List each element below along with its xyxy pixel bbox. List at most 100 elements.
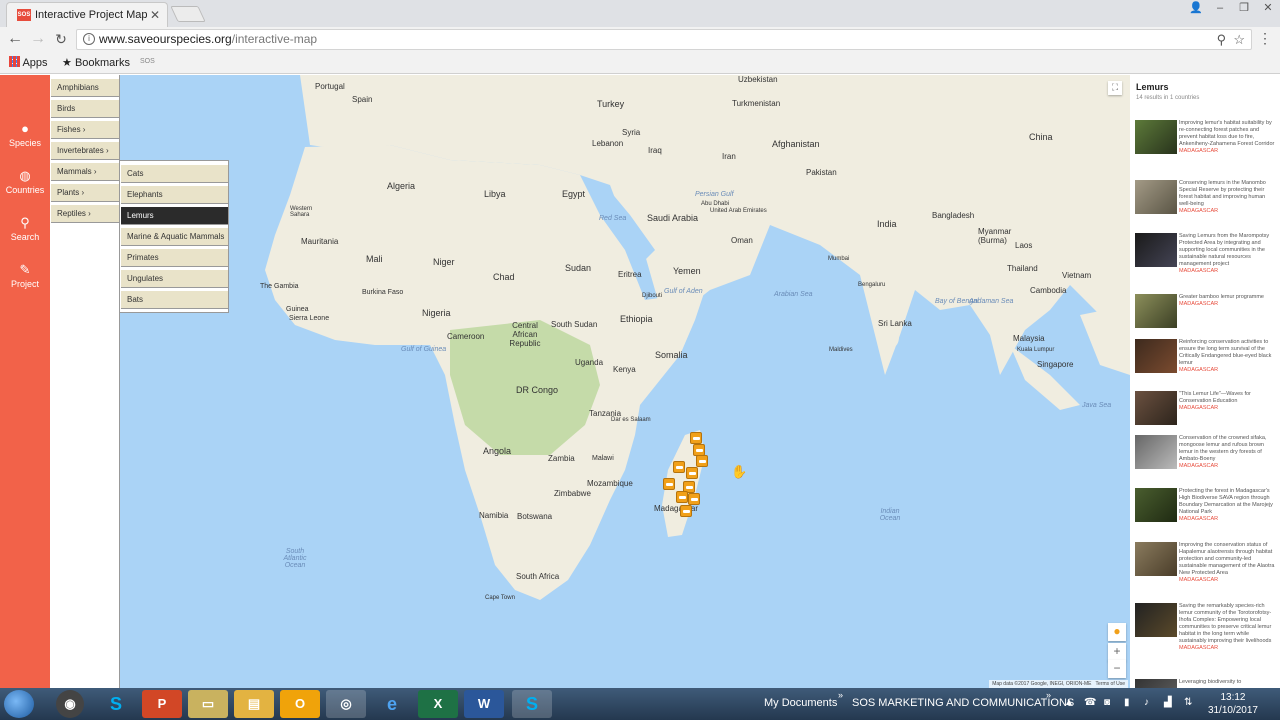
zoom-out-button[interactable]: −	[1108, 660, 1126, 678]
skype-business-icon[interactable]: S	[512, 690, 552, 718]
sea-label: Arabian Sea	[774, 291, 813, 298]
terms-link[interactable]: Terms of Use	[1096, 681, 1125, 687]
country-label: Lebanon	[592, 139, 624, 148]
close-window-button[interactable]: ✕	[1256, 0, 1280, 18]
url-field[interactable]: i www.saveourspecies.org/interactive-map…	[76, 29, 1252, 50]
city-label: Dar es Salaam	[611, 417, 651, 423]
sidebar-project[interactable]: ✎ Project	[0, 263, 50, 290]
subcategory-marine-mammals[interactable]: Marine & Aquatic Mammals	[121, 228, 228, 246]
close-tab-icon[interactable]: ✕	[150, 3, 160, 28]
sticky-notes-icon[interactable]: ▭	[188, 690, 228, 718]
country-label: Nigeria	[422, 308, 451, 318]
subcategory-ungulates[interactable]: Ungulates	[121, 270, 228, 288]
interactive-map[interactable]: Portugal Spain Turkey Turkmenistan Uzbek…	[120, 75, 1130, 688]
tray-volume-icon[interactable]: ♪	[1144, 697, 1149, 708]
city-label: Abu Dhabi	[701, 201, 730, 207]
country-label: Sri Lanka	[878, 319, 912, 328]
toolbar-sos-marketing[interactable]: SOS MARKETING AND COMMUNICATIONS	[852, 697, 1074, 709]
new-tab-button[interactable]	[170, 6, 206, 22]
project-marker[interactable]	[663, 478, 675, 490]
project-marker[interactable]	[680, 505, 692, 517]
tray-skype-icon[interactable]: ☎	[1084, 697, 1096, 708]
back-icon[interactable]: ←	[5, 30, 25, 48]
project-marker[interactable]	[686, 467, 698, 479]
internet-explorer-icon[interactable]: e	[372, 690, 412, 718]
apps-bookmark[interactable]: Apps	[9, 56, 48, 69]
forward-icon[interactable]: →	[28, 30, 48, 48]
country-label: Burkina Faso	[362, 289, 404, 296]
country-label: Eritrea	[618, 270, 642, 279]
street-view-icon[interactable]: ●	[1108, 623, 1126, 641]
word-icon[interactable]: W	[464, 690, 504, 718]
browser-tab[interactable]: SOS Interactive Project Map ✕	[6, 2, 168, 27]
file-explorer-icon[interactable]: ▤	[234, 690, 274, 718]
subcategory-cats[interactable]: Cats	[121, 165, 228, 183]
result-thumbnail	[1135, 294, 1177, 328]
info-icon[interactable]: i	[83, 33, 95, 45]
project-marker[interactable]	[673, 461, 685, 473]
country-label: Zimbabwe	[554, 489, 591, 498]
city-label: Bengaluru	[858, 282, 886, 288]
country-label: Mozambique	[587, 479, 633, 488]
category-invertebrates[interactable]: Invertebrates ›	[51, 142, 119, 160]
toolbar-expand-icon[interactable]: »	[1046, 690, 1051, 700]
subcategory-primates[interactable]: Primates	[121, 249, 228, 267]
tray-battery-icon[interactable]: ▮	[1124, 697, 1130, 708]
tray-sync-icon[interactable]: ⇅	[1184, 697, 1192, 708]
fullscreen-icon[interactable]: ⛶	[1108, 81, 1122, 95]
category-mammals[interactable]: Mammals ›	[51, 163, 119, 181]
toolbar-my-documents[interactable]: My Documents	[764, 697, 837, 709]
project-marker[interactable]	[690, 432, 702, 444]
profile-icon[interactable]: 👤	[1184, 0, 1208, 18]
obs-icon[interactable]: ◉	[56, 690, 84, 718]
category-amphibians[interactable]: Amphibians	[51, 79, 119, 97]
windows-start-button[interactable]	[4, 690, 34, 718]
country-label: Zambia	[548, 454, 575, 463]
restore-button[interactable]: ❐	[1232, 0, 1256, 18]
project-marker[interactable]	[696, 455, 708, 467]
country-label: Angola	[483, 446, 512, 456]
skype-icon[interactable]: S	[96, 690, 136, 718]
category-birds[interactable]: Birds	[51, 100, 119, 118]
city-label: Cape Town	[485, 595, 515, 601]
category-plants[interactable]: Plants ›	[51, 184, 119, 202]
excel-icon[interactable]: X	[418, 690, 458, 718]
sidebar-countries[interactable]: ◍ Countries	[0, 169, 50, 196]
subcategory-bats[interactable]: Bats	[121, 291, 228, 309]
tray-network-icon[interactable]: ▟	[1164, 697, 1172, 708]
zoom-in-button[interactable]: +	[1108, 643, 1126, 661]
toolbar-expand-icon[interactable]: »	[838, 690, 843, 700]
category-fishes[interactable]: Fishes ›	[51, 121, 119, 139]
country-label: Uganda	[575, 358, 604, 367]
subcategory-lemurs[interactable]: Lemurs	[121, 207, 228, 225]
tab-title: Interactive Project Map	[35, 9, 148, 21]
category-reptiles[interactable]: Reptiles ›	[51, 205, 119, 223]
country-label: Oman	[731, 236, 753, 245]
sos-bookmark[interactable]: SOS	[140, 58, 155, 65]
powerpoint-icon[interactable]: P	[142, 690, 182, 718]
system-clock[interactable]: 13:12 31/10/2017	[1208, 691, 1258, 717]
star-icon[interactable]: ☆	[1233, 32, 1245, 47]
bookmarks-folder[interactable]: ★ Bookmarks	[62, 56, 130, 69]
sidebar-species[interactable]: ● Species	[0, 122, 50, 149]
country-label: Niger	[433, 257, 455, 267]
subcategory-elephants[interactable]: Elephants	[121, 186, 228, 204]
menu-icon[interactable]: ⋮	[1258, 30, 1272, 47]
main-sidebar: ● Species ◍ Countries ⚲ Search ✎ Project	[0, 75, 50, 688]
outlook-icon[interactable]: O	[280, 690, 320, 718]
project-marker[interactable]	[676, 491, 688, 503]
country-label: Turkey	[597, 99, 625, 109]
tray-norton-icon[interactable]: ◙	[1104, 697, 1110, 708]
sos-favicon-icon: SOS	[17, 9, 31, 21]
country-label: China	[1029, 132, 1053, 142]
zoom-icon[interactable]: ⚲	[1217, 32, 1227, 47]
city-label: Kuala Lumpur	[1017, 347, 1055, 353]
result-thumbnail	[1135, 435, 1177, 469]
tray-expand-icon[interactable]: ▲	[1064, 697, 1074, 708]
sidebar-search[interactable]: ⚲ Search	[0, 216, 50, 243]
project-marker[interactable]	[688, 493, 700, 505]
sea-label: South Atlantic Ocean	[283, 548, 307, 569]
reload-icon[interactable]: ↻	[51, 30, 71, 48]
minimize-button[interactable]: –	[1208, 0, 1232, 18]
chrome-icon[interactable]: ◎	[326, 690, 366, 718]
